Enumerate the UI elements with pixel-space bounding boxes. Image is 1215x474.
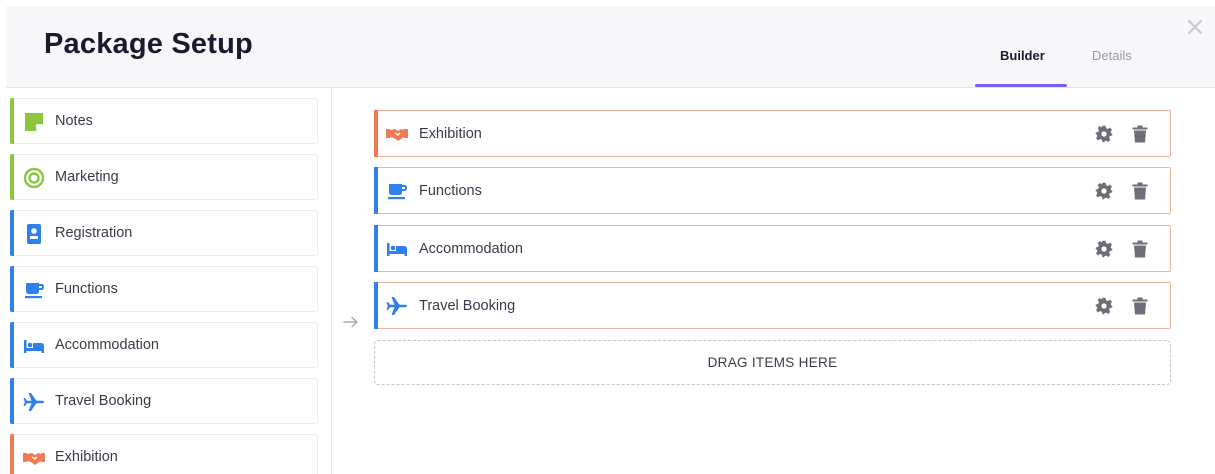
bed-icon — [24, 340, 44, 353]
item-color-bar — [10, 322, 14, 368]
builder-item-exhibition[interactable]: Exhibition — [374, 110, 1171, 157]
arrow-right-icon — [343, 316, 358, 328]
builder-item-travel-booking[interactable]: Travel Booking — [374, 282, 1171, 329]
item-color-bar — [10, 154, 14, 200]
close-icon[interactable] — [1184, 16, 1206, 38]
item-color-bar — [10, 266, 14, 312]
gear-icon[interactable] — [1095, 125, 1113, 143]
target-icon — [23, 167, 45, 189]
builder-item-label: Accommodation — [419, 241, 523, 257]
sidebar-item-exhibition[interactable]: Exhibition — [10, 434, 318, 474]
trash-icon[interactable] — [1132, 125, 1148, 143]
sidebar-item-functions[interactable]: Functions — [10, 266, 318, 312]
page-title: Package Setup — [44, 28, 253, 60]
sidebar-item-label: Accommodation — [55, 337, 159, 353]
note-icon — [25, 113, 43, 131]
item-color-bar — [374, 225, 378, 272]
gear-icon[interactable] — [1095, 297, 1113, 315]
coffee-cup-icon — [388, 184, 408, 200]
handshake-icon — [23, 453, 45, 465]
airplane-icon — [23, 393, 44, 411]
item-color-bar — [10, 378, 14, 424]
sidebar-item-marketing[interactable]: Marketing — [10, 154, 318, 200]
item-color-bar — [374, 110, 378, 157]
sidebar-item-travel-booking[interactable]: Travel Booking — [10, 378, 318, 424]
tab-builder[interactable]: Builder — [1000, 48, 1045, 63]
trash-icon[interactable] — [1132, 297, 1148, 315]
active-tab-indicator — [975, 84, 1067, 87]
sidebar-item-label: Notes — [55, 113, 93, 129]
bed-icon — [387, 243, 407, 256]
builder-item-label: Exhibition — [419, 126, 482, 142]
sidebar-item-registration[interactable]: Registration — [10, 210, 318, 256]
item-color-bar — [374, 167, 378, 214]
gear-icon[interactable] — [1095, 240, 1113, 258]
sidebar-item-label: Registration — [55, 225, 133, 241]
trash-icon[interactable] — [1132, 240, 1148, 258]
drop-zone[interactable]: DRAG ITEMS HERE — [374, 340, 1171, 385]
builder-item-functions[interactable]: Functions — [374, 167, 1171, 214]
item-color-bar — [10, 434, 14, 474]
gear-icon[interactable] — [1095, 182, 1113, 200]
sidebar-item-accommodation[interactable]: Accommodation — [10, 322, 318, 368]
handshake-icon — [386, 129, 408, 141]
sidebar-item-label: Travel Booking — [55, 393, 152, 409]
item-color-bar — [374, 282, 378, 329]
sidebar-item-label: Exhibition — [55, 449, 118, 465]
item-color-bar — [10, 210, 14, 256]
coffee-cup-icon — [25, 283, 45, 299]
sidebar-item-notes[interactable]: Notes — [10, 98, 318, 144]
badge-icon — [27, 224, 41, 244]
builder-item-label: Functions — [419, 183, 482, 199]
airplane-icon — [386, 297, 407, 315]
builder-item-label: Travel Booking — [419, 298, 516, 314]
tab-details[interactable]: Details — [1092, 48, 1132, 63]
builder-item-accommodation[interactable]: Accommodation — [374, 225, 1171, 272]
modal-header: Package Setup Builder Details — [6, 6, 1215, 88]
trash-icon[interactable] — [1132, 182, 1148, 200]
sidebar-item-label: Marketing — [55, 169, 119, 185]
sidebar-item-label: Functions — [55, 281, 118, 297]
sidebar: Notes Marketing Registration Functions A… — [0, 88, 332, 474]
item-color-bar — [10, 98, 14, 144]
